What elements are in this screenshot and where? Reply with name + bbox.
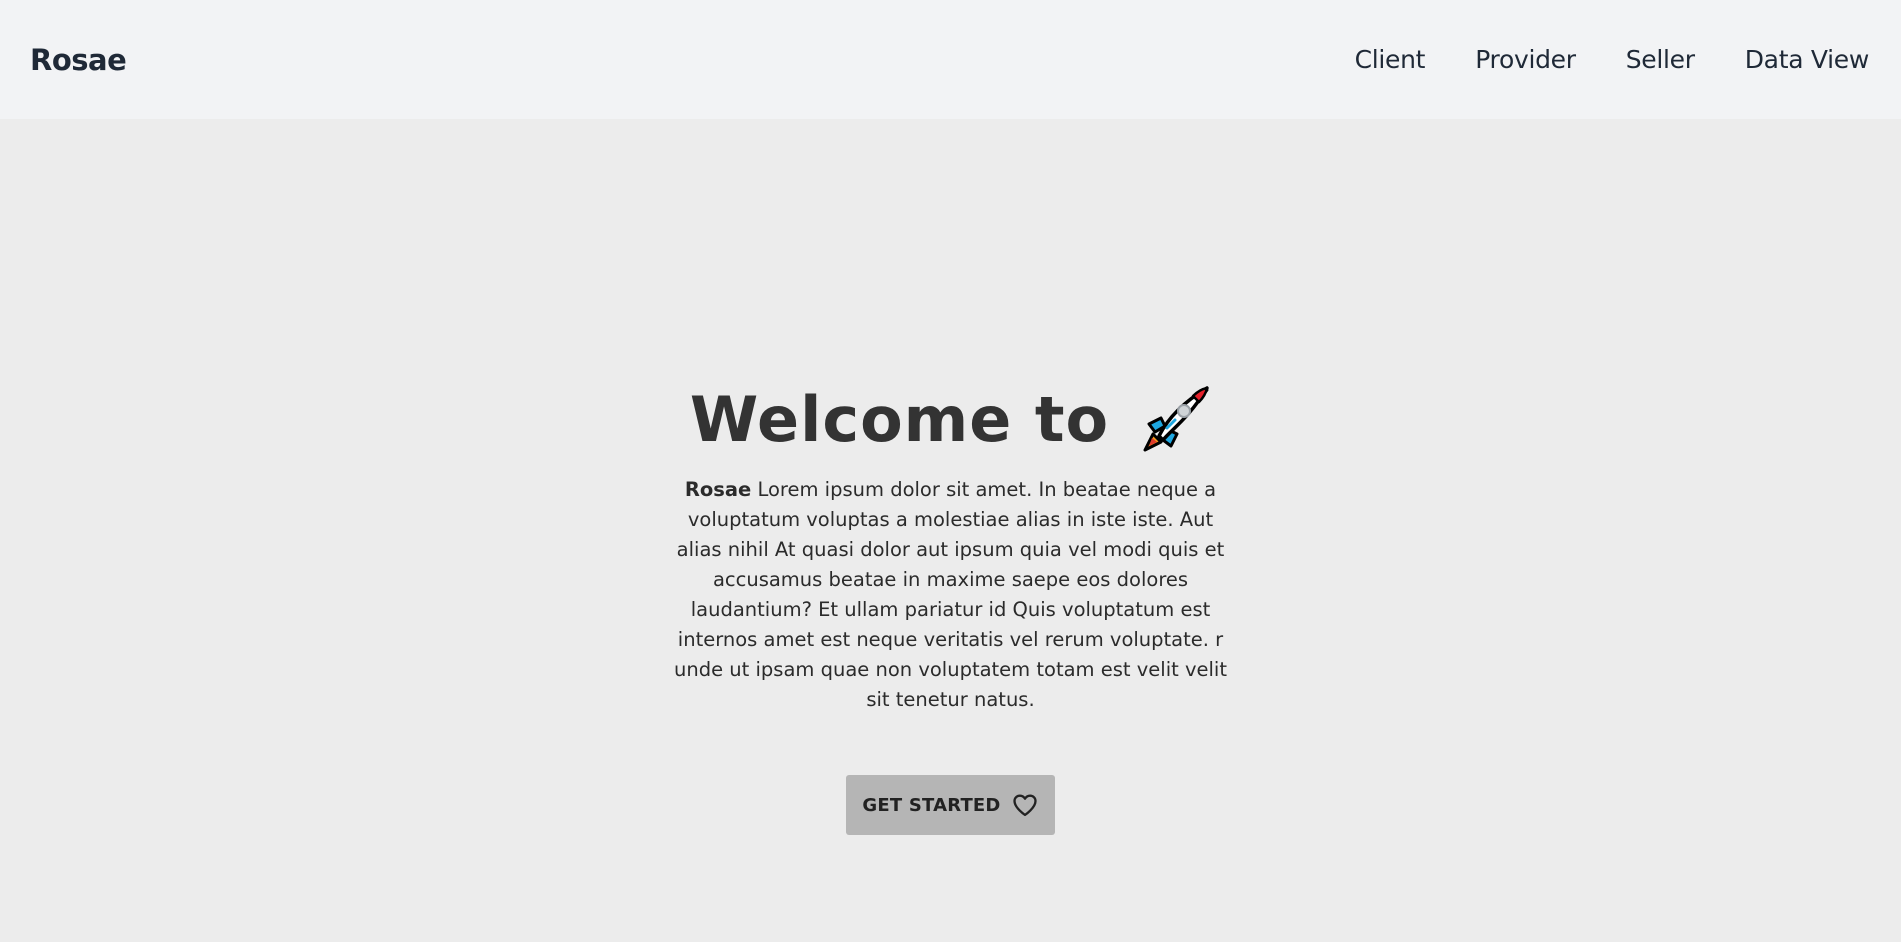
navbar: Rosae Client Provider Seller Data View [0, 0, 1901, 119]
brand-logo-link[interactable]: Rosae [30, 43, 127, 77]
hero-title: Welcome to [689, 383, 1110, 456]
nav-link-data-view[interactable]: Data View [1745, 45, 1870, 74]
nav-link-provider[interactable]: Provider [1475, 45, 1576, 74]
hero-brand-inline: Rosae [684, 478, 752, 501]
get-started-label: GET STARTED [862, 794, 1001, 816]
hero-heading: Welcome to [690, 381, 1211, 459]
nav-link-client[interactable]: Client [1355, 45, 1426, 74]
rocket-icon [1139, 384, 1211, 456]
nav-link-seller[interactable]: Seller [1626, 45, 1695, 74]
hero-description: Rosae Lorem ipsum dolor sit amet. In bea… [666, 475, 1236, 715]
main-nav: Client Provider Seller Data View [1355, 45, 1870, 74]
hero-description-text: Lorem ipsum dolor sit amet. In beatae ne… [674, 478, 1227, 711]
hero-section: Welcome to Rosae Lorem ipsum dolor sit a… [0, 119, 1901, 942]
get-started-button[interactable]: GET STARTED [846, 775, 1055, 835]
heart-icon [1011, 791, 1039, 819]
